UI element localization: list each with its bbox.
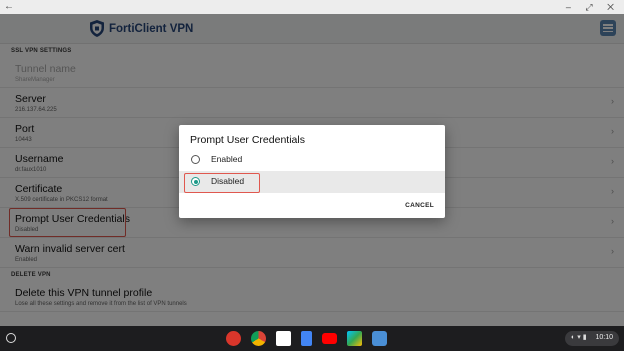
option-label: Enabled (211, 154, 243, 164)
option-disabled[interactable]: Disabled (179, 171, 445, 193)
youtube-icon[interactable] (322, 333, 337, 344)
launcher-icon[interactable] (6, 333, 16, 343)
window-title-bar: ← – ⤢ ✕ (0, 0, 624, 14)
forticlient-vpn-icon[interactable] (372, 331, 387, 346)
gmail-icon[interactable] (276, 331, 291, 346)
system-shelf: ◐▾▮ 10:10 (0, 326, 624, 351)
highlight-outline (184, 173, 260, 193)
back-arrow-icon[interactable]: ← (4, 0, 14, 14)
radio-unchecked-icon[interactable] (191, 155, 200, 164)
chrome-icon[interactable] (251, 331, 266, 346)
prompt-credentials-dialog: Prompt User Credentials Enabled Disabled… (179, 125, 445, 218)
clock: 10:10 (595, 334, 613, 341)
option-enabled[interactable]: Enabled (179, 149, 445, 171)
status-icons: ◐▾▮ (571, 334, 589, 341)
status-tray[interactable]: ◐▾▮ 10:10 (565, 331, 619, 346)
window-controls[interactable]: – ⤢ ✕ (566, 0, 620, 14)
forticlient-icon[interactable] (226, 331, 241, 346)
docs-icon[interactable] (301, 331, 312, 346)
play-store-icon[interactable] (347, 331, 362, 346)
app-window: ← – ⤢ ✕ FortiClient VPN SSL VPN SETTINGS… (0, 0, 624, 351)
dialog-title: Prompt User Credentials (190, 134, 305, 146)
cancel-button[interactable]: CANCEL (405, 202, 434, 209)
shelf-apps (226, 331, 397, 346)
